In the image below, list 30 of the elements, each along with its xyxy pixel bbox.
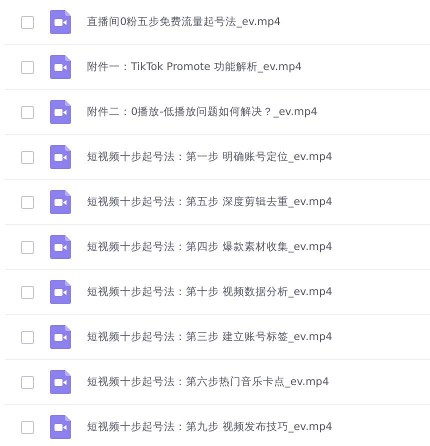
checkbox[interactable] xyxy=(21,150,34,164)
video-file-icon xyxy=(50,325,71,349)
checkbox[interactable] xyxy=(21,240,34,254)
video-file-icon xyxy=(50,55,71,79)
checkbox[interactable] xyxy=(21,420,34,434)
checkbox[interactable] xyxy=(21,330,34,344)
video-file-icon xyxy=(50,190,71,214)
video-file-icon xyxy=(50,370,71,394)
file-name[interactable]: 短视频十步起号法：第五步 深度剪辑去重_ev.mp4 xyxy=(87,195,332,209)
file-name[interactable]: 附件一：TikTok Promote 功能解析_ev.mp4 xyxy=(87,60,302,74)
file-name[interactable]: 短视频十步起号法：第一步 明确账号定位_ev.mp4 xyxy=(87,150,332,164)
video-file-icon xyxy=(50,280,71,304)
video-file-icon xyxy=(50,235,71,259)
checkbox[interactable] xyxy=(21,16,34,28)
video-file-icon xyxy=(50,415,71,439)
checkbox[interactable] xyxy=(21,106,34,118)
video-file-icon xyxy=(50,100,71,124)
file-name[interactable]: 直播间0粉五步免费流量起号法_ev.mp4 xyxy=(87,15,281,29)
video-file-icon xyxy=(50,145,71,169)
file-name[interactable]: 短视频十步起号法：第十步 视频数据分析_ev.mp4 xyxy=(87,285,332,299)
file-name[interactable]: 短视频十步起号法：第四步 爆款素材收集_ev.mp4 xyxy=(87,240,332,254)
checkbox[interactable] xyxy=(21,196,34,208)
video-file-icon xyxy=(50,10,71,34)
checkbox[interactable] xyxy=(21,60,34,74)
file-name[interactable]: 附件二：0播放-低播放问题如何解决？_ev.mp4 xyxy=(87,105,318,119)
file-name[interactable]: 短视频十步起号法：第九步 视频发布技巧_ev.mp4 xyxy=(87,420,332,434)
file-name[interactable]: 短视频十步起号法：第六步热门音乐卡点_ev.mp4 xyxy=(87,375,330,389)
checkbox[interactable] xyxy=(21,286,34,298)
file-name[interactable]: 短视频十步起号法：第三步 建立账号标签_ev.mp4 xyxy=(87,330,332,344)
checkbox[interactable] xyxy=(21,376,34,388)
